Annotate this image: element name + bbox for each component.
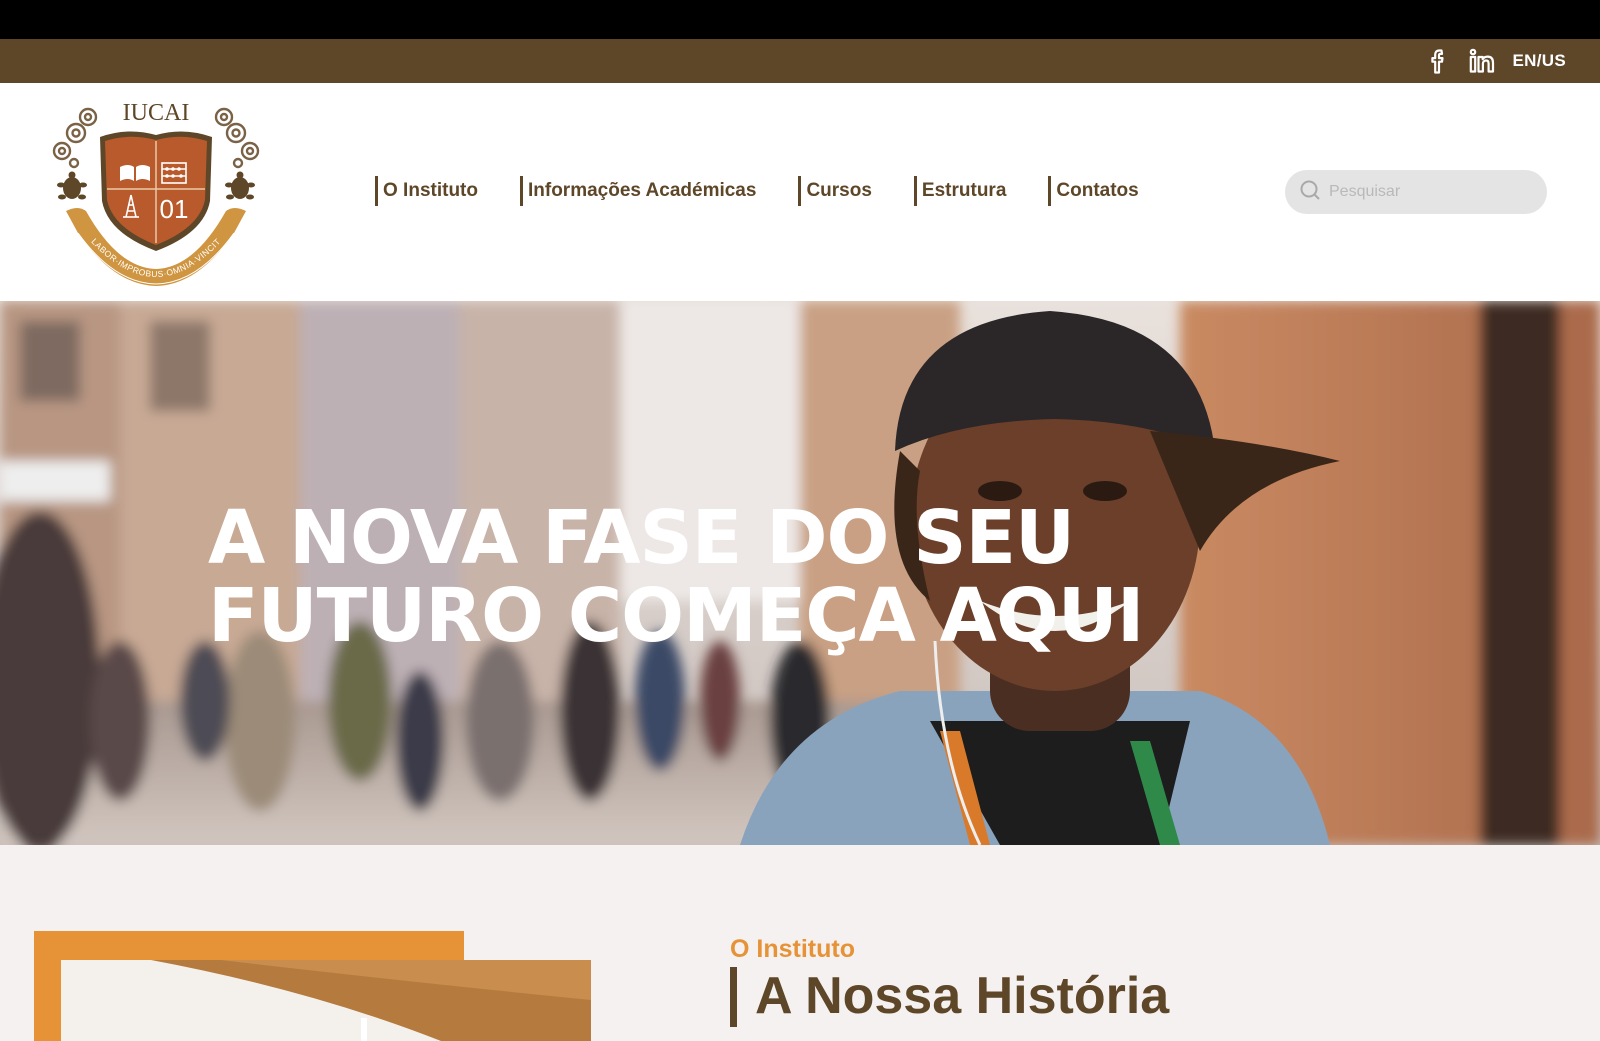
about-section: O Instituto A Nossa História [0,845,1600,1041]
section-title: A Nossa História [730,967,1169,1027]
nav-item-contatos[interactable]: Contatos [1048,176,1139,206]
hero-headline-line-2: FUTURO COMEÇA AQUI [208,573,1144,659]
language-switch[interactable]: EN/US [1513,51,1566,71]
nav-item-o-instituto[interactable]: O Instituto [375,176,478,206]
hero-headline: A NOVA FASE DO SEU FUTURO COMEÇA AQUI [208,499,1144,655]
about-photo [61,960,591,1041]
nav-item-cursos[interactable]: Cursos [798,176,872,206]
social-links: EN/US [1425,39,1566,83]
linkedin-icon[interactable] [1469,48,1495,74]
logo-swirl-right [214,107,260,169]
logo-name: IUCAI [123,100,190,126]
browser-top-bar [0,0,1600,39]
section-eyebrow: O Instituto [730,935,855,963]
logo-number: 01 [160,194,189,224]
site-header: IUCAI LABOR·IMPROBUS·OMNIA·VINCIT 01 O I… [0,83,1600,301]
search-icon [1299,179,1321,206]
top-utility-bar: EN/US [0,39,1600,83]
nav-item-informacoes-academicas[interactable]: Informações Académicas [519,176,756,206]
hero-banner: A NOVA FASE DO SEU FUTURO COMEÇA AQUI [0,301,1600,845]
hero-headline-line-1: A NOVA FASE DO SEU [208,495,1075,581]
logo-swirl-left [52,107,98,169]
main-navigation: O Instituto Informações Académicas Curso… [375,175,1139,207]
search-input[interactable] [1329,183,1529,201]
nav-item-estrutura[interactable]: Estrutura [913,176,1006,206]
facebook-icon[interactable] [1425,48,1451,74]
site-logo[interactable]: IUCAI LABOR·IMPROBUS·OMNIA·VINCIT 01 [48,93,264,288]
search-box[interactable] [1285,170,1547,214]
